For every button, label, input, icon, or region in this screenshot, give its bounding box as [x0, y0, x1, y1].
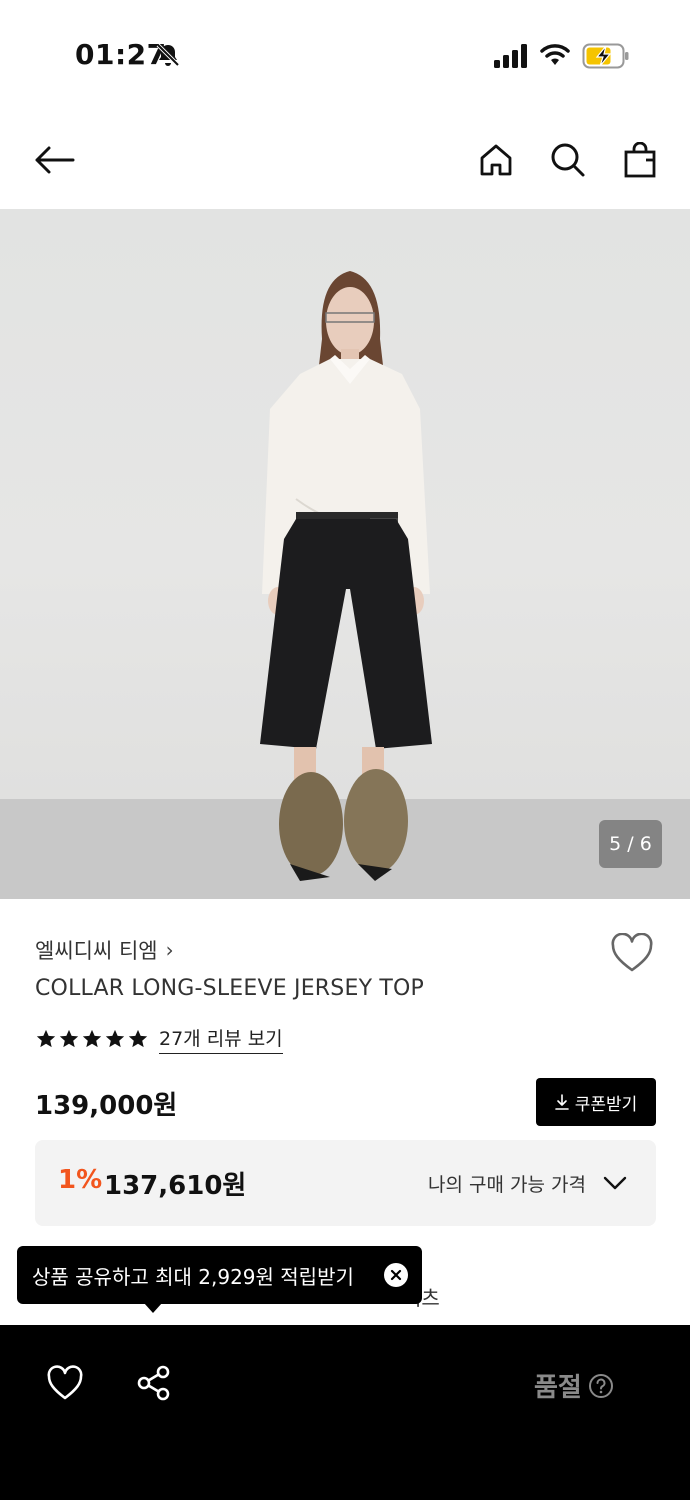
bottom-action-bar: 품절 [0, 1325, 690, 1500]
coupon-download-button[interactable]: 쿠폰받기 [536, 1078, 656, 1126]
chevron-down-icon [603, 1176, 627, 1190]
star-icon [59, 1029, 79, 1048]
home-icon [480, 144, 512, 176]
original-price: 139,000원 [35, 1091, 178, 1121]
status-bar: 01:27 [0, 0, 690, 110]
star-icon [82, 1029, 102, 1048]
review-link[interactable]: 27개 리뷰 보기 [159, 1024, 283, 1054]
discount-price: 137,610원 [104, 1171, 247, 1201]
download-icon [554, 1094, 569, 1110]
shopping-bag-icon [624, 142, 656, 178]
top-navigation-bar [0, 110, 690, 210]
star-icon [128, 1029, 148, 1048]
tooltip-arrow [144, 1303, 162, 1313]
brand-link[interactable]: 엘씨디씨 티엠 › [35, 935, 174, 965]
search-icon [551, 143, 585, 177]
tooltip-close-button[interactable] [384, 1263, 408, 1287]
image-counter: 5 / 6 [599, 820, 662, 868]
home-button[interactable] [472, 136, 520, 184]
my-price-label: 나의 구매 가능 가격 [428, 1174, 586, 1196]
brand-name: 엘씨디씨 티엠 [35, 939, 158, 963]
bell-muted-icon [156, 43, 180, 67]
back-button[interactable] [30, 136, 78, 184]
star-icon [105, 1029, 125, 1048]
coupon-button-label: 쿠폰받기 [574, 1094, 638, 1115]
soldout-label: 품절 [534, 1373, 582, 1403]
rating-row: 27개 리뷰 보기 [35, 1024, 283, 1054]
cart-button[interactable] [616, 136, 664, 184]
share-icon[interactable] [136, 1365, 172, 1401]
help-icon[interactable] [588, 1373, 614, 1399]
chevron-right-icon: › [165, 938, 174, 962]
heart-icon[interactable] [610, 933, 654, 973]
battery-charging-icon [582, 43, 629, 69]
close-icon [390, 1269, 402, 1281]
share-reward-tooltip: 상품 공유하고 최대 2,929원 적립받기 [17, 1246, 422, 1304]
discount-rate: 1% [58, 1165, 103, 1195]
product-name: COLLAR LONG-SLEEVE JERSEY TOP [35, 976, 425, 1001]
cellular-signal-icon [494, 44, 527, 68]
product-image-carousel[interactable]: 5 / 6 [0, 209, 690, 899]
back-arrow-icon [35, 146, 75, 174]
search-button[interactable] [544, 136, 592, 184]
my-price-dropdown[interactable]: 1% 137,610원 나의 구매 가능 가격 [35, 1140, 656, 1226]
tooltip-text: 상품 공유하고 최대 2,929원 적립받기 [32, 1264, 354, 1289]
star-rating [35, 1028, 149, 1050]
heart-icon[interactable] [46, 1365, 84, 1401]
soldout-button[interactable]: 품절 [534, 1367, 614, 1404]
star-icon [36, 1029, 56, 1048]
model-photo [260, 271, 432, 881]
wifi-icon [540, 44, 570, 65]
status-time: 01:27 [75, 38, 167, 71]
